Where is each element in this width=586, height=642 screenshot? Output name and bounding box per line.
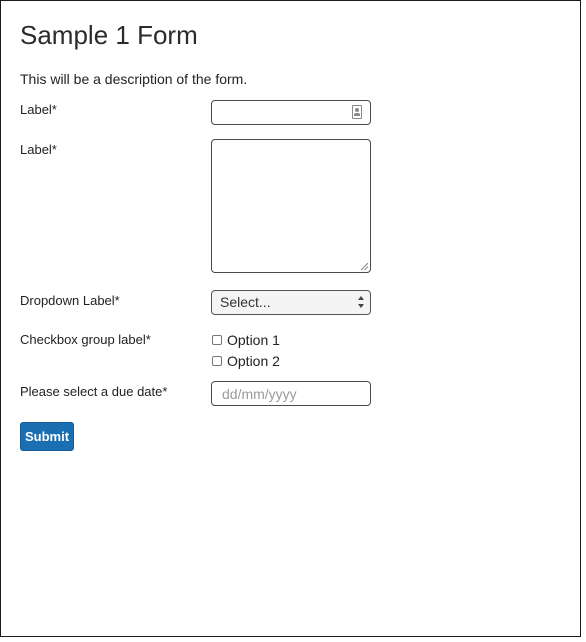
dropdown-arrows-icon [358, 296, 364, 308]
due-date-label: Please select a due date* [20, 384, 168, 399]
option-2-checkbox[interactable] [212, 356, 222, 366]
window-frame [0, 0, 581, 637]
option-2-label[interactable]: Option 2 [227, 353, 280, 369]
contact-card-icon[interactable] [352, 105, 362, 119]
due-date-placeholder: dd/mm/yyyy [222, 386, 297, 402]
text-field-label: Label* [20, 102, 57, 117]
dropdown-label: Dropdown Label* [20, 293, 120, 308]
form-description: This will be a description of the form. [20, 71, 248, 87]
text-field-input[interactable] [211, 100, 371, 125]
dropdown-selected-value: Select... [220, 294, 271, 310]
option-1-checkbox[interactable] [212, 335, 222, 345]
option-1-label[interactable]: Option 1 [227, 332, 280, 348]
submit-button[interactable]: Submit [20, 422, 74, 451]
form-title: Sample 1 Form [20, 20, 198, 50]
checkbox-group-label: Checkbox group label* [20, 332, 151, 347]
textarea-input[interactable] [211, 139, 371, 273]
textarea-label: Label* [20, 142, 57, 157]
